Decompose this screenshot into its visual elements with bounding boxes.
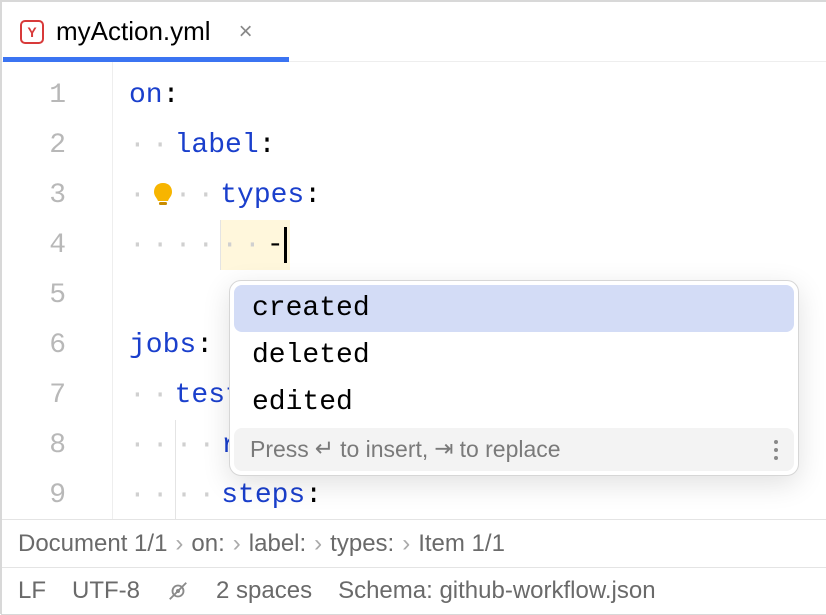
tab-bar: Y myAction.yml × bbox=[2, 2, 826, 62]
text-caret bbox=[284, 227, 287, 263]
close-tab-icon[interactable]: × bbox=[233, 18, 259, 46]
line-number: 6 bbox=[2, 320, 112, 370]
line-number: 7 bbox=[2, 370, 112, 420]
colon: : bbox=[259, 130, 276, 161]
autocomplete-hint: Press ↵ to insert, ⇥ to replace bbox=[250, 436, 561, 463]
line-ending-indicator[interactable]: LF bbox=[18, 577, 46, 605]
colon: : bbox=[305, 480, 322, 511]
chevron-right-icon: › bbox=[175, 530, 183, 558]
yaml-file-icon: Y bbox=[20, 20, 44, 44]
breadcrumb-item[interactable]: Document 1/1 bbox=[18, 530, 167, 558]
code-line[interactable]: ····steps: bbox=[129, 470, 826, 520]
code-line[interactable]: ······- bbox=[129, 220, 826, 270]
autocomplete-item[interactable]: created bbox=[234, 285, 794, 332]
line-number: 1 bbox=[2, 70, 112, 120]
status-bar: LF UTF-8 2 spaces Schema: github-workflo… bbox=[2, 567, 826, 614]
line-number: 4 bbox=[2, 220, 112, 270]
yaml-key: types bbox=[220, 180, 304, 211]
code-line[interactable]: on: bbox=[129, 70, 826, 120]
yaml-key: steps bbox=[221, 480, 305, 511]
line-number-gutter: 1 2 3 4 5 6 7 8 9 bbox=[2, 62, 112, 519]
breadcrumb-item[interactable]: types: bbox=[330, 530, 394, 558]
breadcrumb-item[interactable]: Item 1/1 bbox=[418, 530, 505, 558]
colon: : bbox=[196, 330, 213, 361]
schema-indicator[interactable]: Schema: github-workflow.json bbox=[338, 577, 655, 605]
code-line[interactable]: ··label: bbox=[129, 120, 826, 170]
autocomplete-item[interactable]: deleted bbox=[234, 332, 794, 379]
autocomplete-footer: Press ↵ to insert, ⇥ to replace bbox=[234, 428, 794, 471]
intention-bulb-icon[interactable] bbox=[150, 170, 176, 220]
colon: : bbox=[163, 80, 180, 111]
line-number: 2 bbox=[2, 120, 112, 170]
line-number: 3 bbox=[2, 170, 112, 220]
yaml-key: on bbox=[129, 80, 163, 111]
tab-key-icon: ⇥ bbox=[434, 436, 453, 463]
more-options-icon[interactable] bbox=[774, 440, 778, 460]
chevron-right-icon: › bbox=[402, 530, 410, 558]
yaml-key: jobs bbox=[129, 330, 196, 361]
encoding-indicator[interactable]: UTF-8 bbox=[72, 577, 140, 605]
breadcrumb-bar: Document 1/1 › on: › label: › types: › I… bbox=[2, 519, 826, 567]
breadcrumb-item[interactable]: on: bbox=[191, 530, 224, 558]
editor-tab[interactable]: Y myAction.yml × bbox=[2, 2, 277, 61]
chevron-right-icon: › bbox=[314, 530, 322, 558]
line-number: 9 bbox=[2, 470, 112, 520]
line-number: 5 bbox=[2, 270, 112, 320]
autocomplete-item[interactable]: edited bbox=[234, 379, 794, 426]
indent-indicator[interactable]: 2 spaces bbox=[216, 577, 312, 605]
yaml-key: label bbox=[175, 130, 259, 161]
breadcrumb-item[interactable]: label: bbox=[249, 530, 306, 558]
autocomplete-popup: created deleted edited Press ↵ to insert… bbox=[229, 280, 799, 476]
enter-key-icon: ↵ bbox=[315, 436, 334, 463]
chevron-right-icon: › bbox=[233, 530, 241, 558]
line-number: 8 bbox=[2, 420, 112, 470]
tab-filename: myAction.yml bbox=[56, 16, 211, 47]
colon: : bbox=[304, 180, 321, 211]
readonly-icon[interactable] bbox=[166, 579, 190, 603]
code-line[interactable]: ····types: bbox=[129, 170, 826, 220]
yaml-dash: - bbox=[267, 230, 284, 261]
